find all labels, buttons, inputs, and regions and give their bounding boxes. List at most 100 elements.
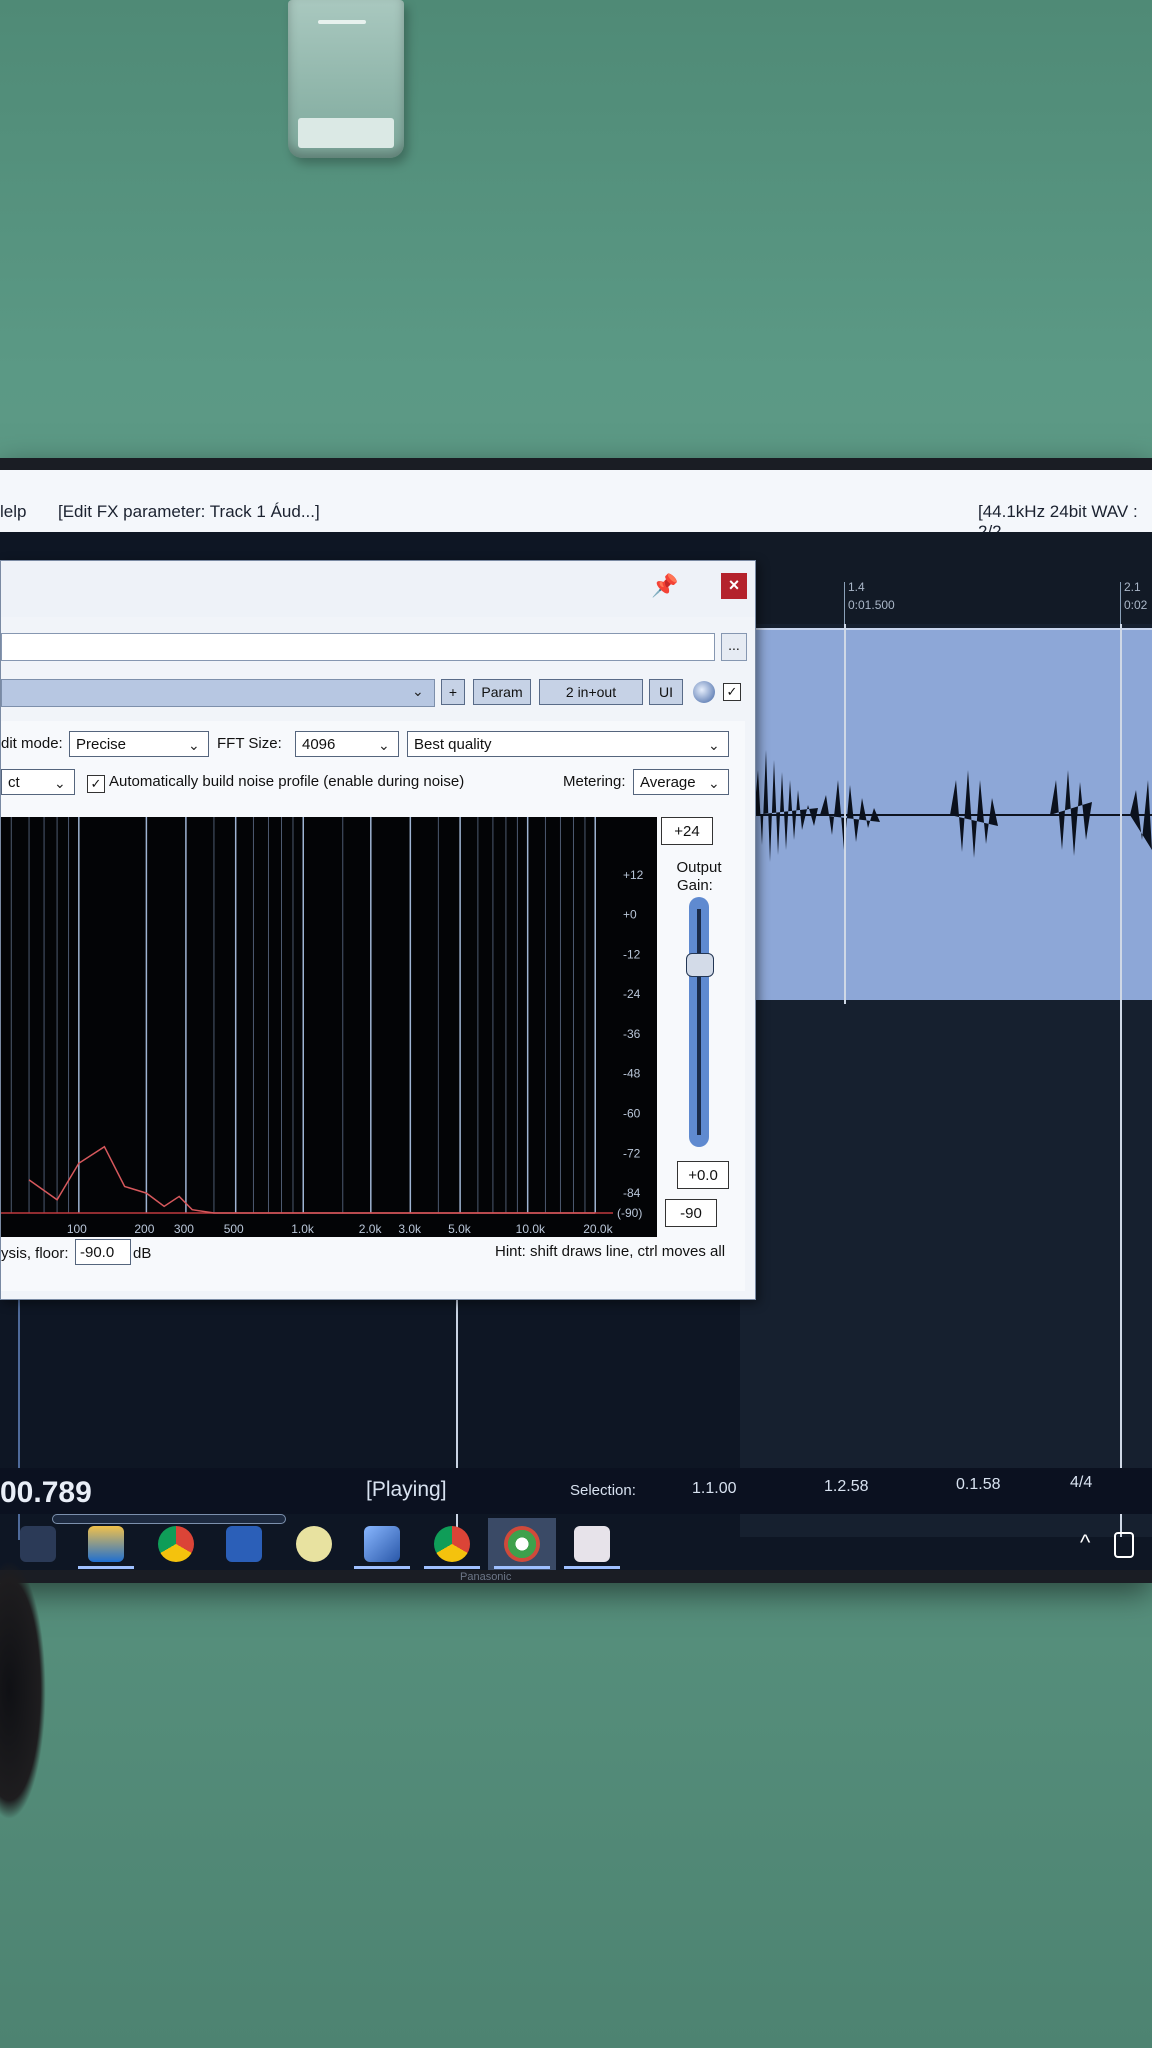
fx-window-titlebar[interactable]	[1, 561, 755, 617]
selection-label: Selection:	[570, 1482, 636, 1499]
taskbar-active-indicator	[78, 1566, 134, 1569]
wall-light-switch	[288, 0, 404, 158]
emoji-app-icon[interactable]	[296, 1526, 332, 1562]
chevron-down-icon: ⌄	[378, 737, 390, 753]
meet-now-icon[interactable]	[1114, 1532, 1134, 1558]
taskbar-active-indicator	[494, 1566, 550, 1569]
y-tick-label: +0	[623, 908, 637, 922]
fft-size-label: FFT Size:	[217, 735, 282, 752]
io-button[interactable]: 2 in+out	[539, 679, 643, 705]
chrome-icon[interactable]	[434, 1526, 470, 1562]
spectrum-graph[interactable]: 100 200 300 500 1.0k 2.0k 3.0k 5.0k 10.0k 20.0k +1…	[1, 817, 657, 1237]
preset-menu-button[interactable]: ...	[721, 633, 747, 661]
publisher-icon[interactable]	[574, 1526, 610, 1562]
hint-text: Hint: shift draws line, ctrl moves all	[495, 1243, 726, 1260]
taskbar: ^	[0, 1518, 1152, 1570]
edit-cursor	[844, 624, 846, 1004]
mode-dropdown[interactable]: ct ⌄	[1, 769, 75, 795]
add-fx-button[interactable]: +	[441, 679, 465, 705]
chrome-icon[interactable]	[158, 1526, 194, 1562]
time-signature[interactable]: 4/4	[1070, 1474, 1092, 1492]
y-tick-label: -60	[623, 1107, 641, 1121]
x-tick-label: 300	[174, 1222, 194, 1236]
spectrum-line	[28, 1145, 596, 1214]
switch-cap	[298, 118, 394, 148]
foreground-hair	[0, 1560, 46, 1820]
audio-item[interactable]	[750, 628, 1152, 1000]
mode-value: ct	[8, 774, 20, 791]
fx-enable-checkbox[interactable]: ✓	[723, 683, 741, 701]
edit-mode-label: dit mode:	[1, 735, 63, 752]
metering-label: Metering:	[563, 773, 626, 790]
x-tick-label: 2.0k	[359, 1222, 383, 1236]
taskbar-active-indicator	[354, 1566, 410, 1569]
param-button[interactable]: Param	[473, 679, 531, 705]
monitor-brand: Panasonic	[460, 1571, 512, 1583]
close-button[interactable]: ×	[721, 573, 747, 599]
ruler-bar-label: 1.4	[848, 580, 865, 594]
taskbar-active-indicator	[564, 1566, 620, 1569]
spectrum-svg[interactable]: 100 200 300 500 1.0k 2.0k 3.0k 5.0k 10.0k 20.0k +1…	[1, 817, 657, 1237]
x-tick-label: 500	[224, 1222, 244, 1236]
edit-mode-value: Precise	[76, 736, 127, 753]
gain-max-box: +24	[661, 817, 713, 845]
auto-profile-label: Automatically build noise profile (enabl…	[109, 773, 465, 790]
quality-value: Best quality	[414, 736, 492, 753]
selection-end[interactable]: 1.2.58	[824, 1478, 868, 1496]
x-tick-label: 20.0k	[583, 1222, 613, 1236]
monitor: lelp [Edit FX parameter: Track 1 Áud...]…	[0, 458, 1152, 1583]
ruler-bar-label-2: 2.1	[1124, 580, 1141, 594]
reafir-panel: dit mode: Precise ⌄ FFT Size: 4096 ⌄ Bes…	[1, 721, 745, 1291]
ui-button[interactable]: UI	[649, 679, 683, 705]
transport-bar: 00.789 [Playing] Selection: 1.1.00 1.2.5…	[0, 1468, 1152, 1514]
chevron-up-icon[interactable]: ^	[1080, 1530, 1090, 1556]
y-tick-label: (-90)	[617, 1206, 642, 1220]
window-title: [Edit FX parameter: Track 1 Áud...]	[58, 502, 320, 521]
arrange-view[interactable]: 1.4 0:01.500 2.1 0:02	[740, 532, 1152, 1537]
x-tick-label: 200	[134, 1222, 154, 1236]
gain-min-box: -90	[665, 1199, 717, 1227]
output-gain-thumb[interactable]	[686, 953, 714, 977]
selection-length[interactable]: 0.1.58	[956, 1476, 1000, 1494]
fx-chain-dropdown[interactable]: ⌄	[1, 679, 435, 707]
file-explorer-icon[interactable]	[88, 1526, 124, 1562]
marker-line	[1120, 624, 1122, 1537]
selection-start[interactable]: 1.1.00	[692, 1480, 736, 1498]
menu-help[interactable]: lelp	[0, 502, 26, 522]
x-tick-label: 10.0k	[516, 1222, 546, 1236]
waveform	[750, 750, 1152, 862]
fft-size-dropdown[interactable]: 4096 ⌄	[295, 731, 399, 757]
y-tick-label: -36	[623, 1027, 641, 1041]
ruler-time-label-2: 0:02	[1124, 598, 1148, 612]
reaper-icon[interactable]	[504, 1526, 540, 1562]
floor-unit: dB	[133, 1245, 152, 1262]
auto-profile-checkbox[interactable]: ✓	[87, 775, 105, 793]
fx-window-reafir: 📌 × ... ⌄ + Param 2 in+out UI ✓ dit mode…	[0, 560, 756, 1300]
y-tick-label: -48	[623, 1067, 641, 1081]
y-tick-label: +12	[623, 868, 644, 882]
timeline-ruler[interactable]: 1.4 0:01.500 2.1 0:02	[740, 532, 1152, 624]
x-tick-label: 5.0k	[448, 1222, 472, 1236]
start-icon[interactable]	[20, 1526, 56, 1562]
pin-icon[interactable]: 📌	[651, 573, 678, 599]
metering-dropdown[interactable]: Average ⌄	[633, 769, 729, 795]
quality-dropdown[interactable]: Best quality ⌄	[407, 731, 729, 757]
output-gain-slider[interactable]	[689, 897, 709, 1147]
chevron-down-icon: ⌄	[708, 737, 720, 753]
output-gain-value[interactable]: +0.0	[677, 1161, 729, 1189]
y-tick-label: -72	[623, 1146, 641, 1160]
floor-label: ysis, floor:	[1, 1245, 69, 1262]
y-tick-label: -24	[623, 987, 641, 1001]
notes-app-icon[interactable]	[364, 1526, 400, 1562]
metering-value: Average	[640, 774, 696, 791]
floor-input[interactable]: -90.0	[75, 1239, 131, 1265]
fx-toolbar: ⌄ + Param 2 in+out UI ✓	[1, 677, 755, 709]
daw-titlebar: lelp [Edit FX parameter: Track 1 Áud...]…	[0, 470, 1152, 541]
x-tick-label: 1.0k	[291, 1222, 315, 1236]
ruler-time-label: 0:01.500	[848, 598, 895, 612]
word-icon[interactable]	[226, 1526, 262, 1562]
wet-knob-icon[interactable]	[693, 681, 715, 703]
edit-mode-dropdown[interactable]: Precise ⌄	[69, 731, 209, 757]
y-tick-label: -12	[623, 947, 641, 961]
preset-field[interactable]	[1, 633, 715, 661]
